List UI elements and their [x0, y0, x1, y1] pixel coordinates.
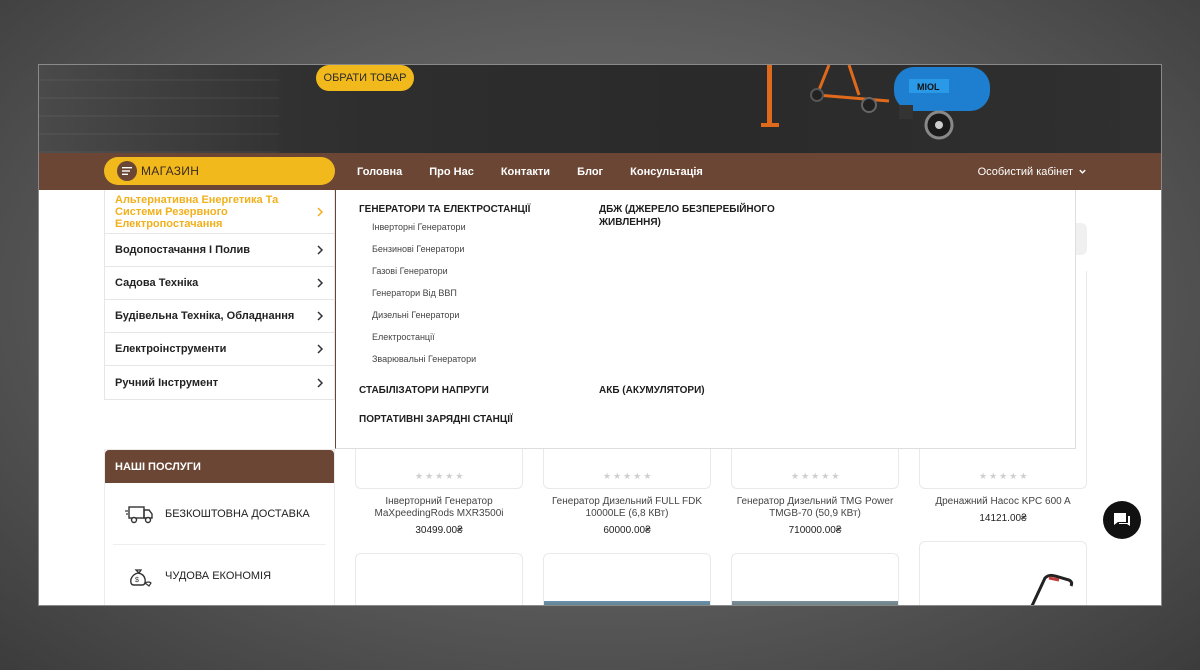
product-name[interactable]: Генератор Дизельний TMG Power TMGB-70 (5… [731, 496, 899, 520]
mega-item[interactable]: Бензинові Генератори [372, 238, 579, 260]
services-panel: НАШІ ПОСЛУГИ БЕЗКОШТОВНА ДОСТАВКА $ ЧУДО… [104, 449, 335, 605]
chat-bubble-icon [1114, 513, 1130, 526]
account-label: Особистий кабінет [977, 165, 1073, 178]
scroll-indicator [1075, 223, 1087, 255]
mega-item[interactable]: Дизельні Генератори [372, 304, 579, 326]
chevron-right-icon [317, 311, 324, 321]
service-label: ЧУДОВА ЕКОНОМІЯ [165, 570, 272, 582]
mega-item[interactable]: Електростанції [372, 326, 579, 348]
category-hand-tools[interactable]: Ручний Інструмент [105, 366, 334, 399]
mega-column-ups: ДБЖ (ДЖЕРЕЛО БЕЗПЕРЕБІЙНОГО ЖИВЛЕННЯ) [599, 203, 789, 229]
category-label: Садова Техніка [115, 277, 199, 289]
air-compressor-image: MIOL [761, 65, 990, 140]
mega-heading-batteries[interactable]: АКБ (АКУМУЛЯТОРИ) [599, 384, 789, 397]
category-label: Електроінструменти [115, 343, 227, 355]
nav-links: Головна Про Нас Контакти Блог Консультац… [357, 153, 730, 190]
browser-viewport: ОБРАТИ ТОВАР MIOL МАГАЗИН Головна Про На… [38, 64, 1162, 606]
svg-text:$: $ [135, 577, 139, 584]
chevron-right-icon [317, 377, 324, 388]
category-construction[interactable]: Будівельна Техніка, Обладнання [105, 300, 334, 333]
shop-label: МАГАЗИН [141, 164, 200, 178]
service-free-delivery: БЕЗКОШТОВНА ДОСТАВКА [113, 483, 326, 545]
category-water[interactable]: Водопостачання І Полив [105, 234, 334, 267]
product-name[interactable]: Інверторний Генератор MaXpeedingRods MXR… [355, 496, 523, 520]
nav-link-consultation[interactable]: Консультація [630, 166, 703, 178]
main-navbar: МАГАЗИН Головна Про Нас Контакти Блог Ко… [39, 153, 1161, 190]
nav-link-home[interactable]: Головна [357, 166, 402, 178]
mega-menu-dropdown: ГЕНЕРАТОРИ ТА ЕЛЕКТРОСТАНЦІЇ Інверторні … [335, 190, 1076, 449]
chevron-right-icon [317, 245, 324, 255]
chevron-right-icon [317, 206, 324, 217]
choose-product-button[interactable]: ОБРАТИ ТОВАР [316, 65, 414, 91]
hero-banner: ОБРАТИ ТОВАР MIOL [39, 65, 1161, 153]
category-label: Будівельна Техніка, Обладнання [115, 310, 295, 322]
chevron-right-icon [317, 344, 324, 354]
product-price: 60000.00₴ [603, 525, 651, 536]
product-name[interactable]: Генератор Дизельний FULL FDK 10000LE (6,… [543, 496, 711, 520]
mega-item[interactable]: Газові Генератори [372, 260, 579, 282]
product-card[interactable] [731, 553, 899, 605]
mega-heading-generators[interactable]: ГЕНЕРАТОРИ ТА ЕЛЕКТРОСТАНЦІЇ [359, 203, 579, 216]
chat-widget-button[interactable] [1103, 501, 1141, 539]
category-label: Альтернативна Енергетика Та Системи Резе… [115, 193, 279, 230]
chevron-down-icon [1079, 169, 1086, 174]
category-menu: Альтернативна Енергетика Та Системи Резе… [104, 190, 335, 400]
rating-stars: ★ ★ ★ ★ ★ [415, 471, 464, 481]
product-image [544, 601, 710, 605]
svg-text:MIOL: MIOL [917, 82, 940, 92]
mega-heading-ups[interactable]: ДБЖ (ДЖЕРЕЛО БЕЗПЕРЕБІЙНОГО ЖИВЛЕННЯ) [599, 203, 789, 229]
mega-column-stabilizers: СТАБІЛІЗАТОРИ НАПРУГИ [359, 384, 579, 397]
mega-item[interactable]: Інверторні Генератори [372, 216, 579, 238]
rating-stars: ★ ★ ★ ★ ★ [979, 471, 1028, 481]
product-card[interactable] [543, 553, 711, 605]
truck-icon [125, 505, 153, 523]
service-label: БЕЗКОШТОВНА ДОСТАВКА [165, 507, 310, 520]
mega-item[interactable]: Генератори Від ВВП [372, 282, 579, 304]
mega-column-batteries: АКБ (АКУМУЛЯТОРИ) [599, 384, 789, 397]
mega-heading-portable-stations[interactable]: ПОРТАТИВНІ ЗАРЯДНІ СТАНЦІЇ [359, 413, 579, 426]
category-garden[interactable]: Садова Техніка [105, 267, 334, 300]
product-image [732, 601, 898, 605]
mega-column-portable-stations: ПОРТАТИВНІ ЗАРЯДНІ СТАНЦІЇ [359, 413, 579, 426]
services-title: НАШІ ПОСЛУГИ [105, 450, 334, 483]
rating-stars: ★ ★ ★ ★ ★ [603, 471, 652, 481]
product-price: 710000.00₴ [788, 525, 842, 536]
category-alt-energy[interactable]: Альтернативна Енергетика Та Системи Резе… [105, 190, 334, 234]
nav-link-about[interactable]: Про Нас [429, 166, 474, 178]
nav-link-contacts[interactable]: Контакти [501, 166, 550, 178]
service-great-savings: $ ЧУДОВА ЕКОНОМІЯ [113, 545, 326, 605]
product-name[interactable]: Дренажний Насос KPC 600 A [919, 496, 1087, 508]
product-price: 30499.00₴ [415, 525, 463, 536]
mega-item[interactable]: Зварювальні Генератори [372, 348, 579, 370]
nav-link-blog[interactable]: Блог [577, 166, 603, 178]
product-price: 14121.00₴ [979, 513, 1027, 524]
hamburger-menu-icon [117, 161, 137, 181]
mega-column-generators: ГЕНЕРАТОРИ ТА ЕЛЕКТРОСТАНЦІЇ Інверторні … [359, 203, 579, 370]
category-label: Ручний Інструмент [115, 376, 219, 389]
shop-catalog-button[interactable]: МАГАЗИН [104, 157, 335, 185]
lawn-mower-image [1030, 573, 1074, 605]
product-card[interactable] [919, 541, 1087, 605]
account-dropdown[interactable]: Особистий кабінет [978, 153, 1087, 190]
rating-stars: ★ ★ ★ ★ ★ [791, 471, 840, 481]
product-card[interactable] [355, 553, 523, 605]
money-bag-icon: $ [130, 569, 152, 587]
category-label: Водопостачання І Полив [115, 244, 251, 256]
category-power-tools[interactable]: Електроінструменти [105, 333, 334, 366]
mega-heading-stabilizers[interactable]: СТАБІЛІЗАТОРИ НАПРУГИ [359, 384, 579, 397]
hero-background-image [39, 65, 279, 153]
chevron-right-icon [317, 278, 324, 288]
